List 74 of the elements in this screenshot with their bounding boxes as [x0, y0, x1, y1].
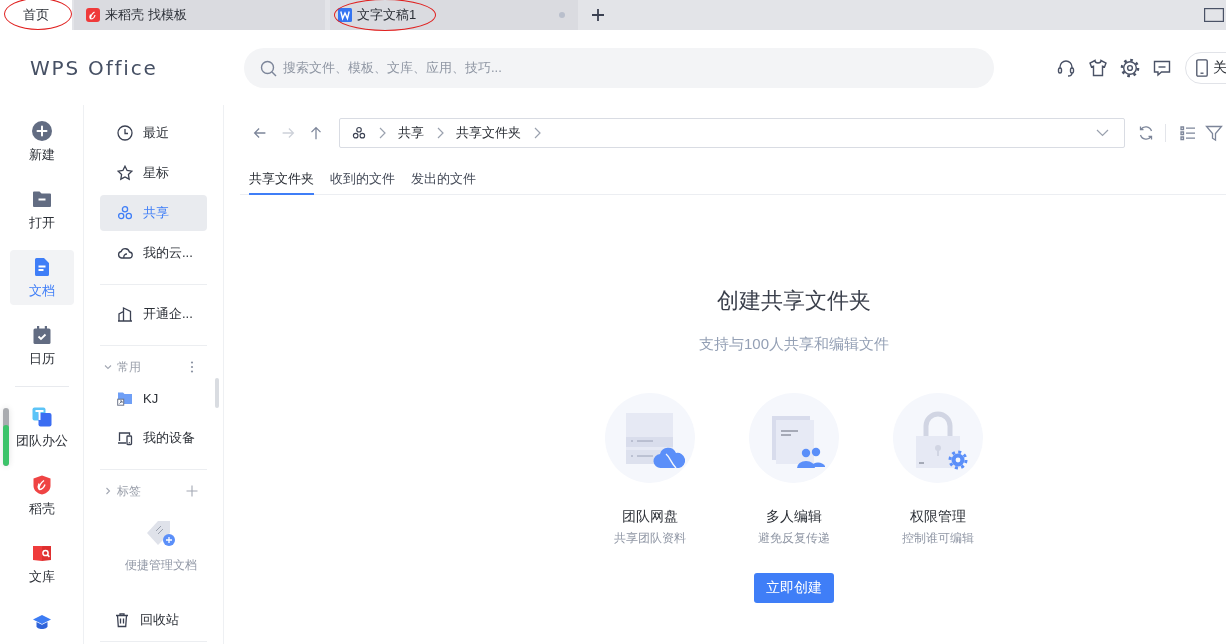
hint-text: 便捷管理文档 [124, 557, 197, 574]
tab[interactable]: 收到的文件 [330, 164, 395, 195]
nav-item[interactable]: 文档 [9, 250, 74, 305]
list-view-icon[interactable] [1178, 123, 1198, 143]
feature-caption: 避免反复传递 [758, 530, 830, 547]
calendar-check-icon [31, 325, 52, 345]
tab[interactable]: 文字文稿1 [330, 0, 578, 30]
tab[interactable]: 首页 [0, 0, 72, 30]
feature-title: 多人编辑 [766, 507, 822, 526]
feature-title: 权限管理 [910, 507, 966, 526]
sidebar-item[interactable]: 星标 [100, 155, 207, 191]
section-title: 常用 [117, 358, 141, 376]
nav-item[interactable]: 团队办公 [9, 400, 74, 455]
section-title: 标签 [117, 482, 141, 500]
folder-icon [31, 189, 52, 209]
tag-plus-icon [144, 518, 177, 548]
server-cloud-icon [605, 393, 695, 483]
plus-icon[interactable] [186, 485, 198, 497]
settings-icon[interactable] [1120, 57, 1140, 78]
chevron-right-icon [436, 127, 444, 139]
book-search-icon [31, 543, 52, 563]
lock-gear-icon [893, 393, 983, 483]
sidebar-item[interactable]: 回收站 [100, 602, 207, 638]
overlapping-squares-icon [31, 407, 52, 427]
dropdown-caret-icon[interactable] [1096, 129, 1109, 137]
window-icon[interactable] [1204, 8, 1224, 22]
leaf-badge-icon [31, 475, 52, 495]
building-icon [117, 306, 133, 322]
leaf-badge-icon [86, 8, 100, 22]
breadcrumb-link[interactable]: 共享文件夹 [456, 124, 521, 142]
nav-item[interactable]: 新建 [9, 114, 74, 169]
sidebar-item[interactable]: KJ [100, 380, 207, 416]
laptop-phone-icon [117, 430, 133, 446]
logo: WPS Office [30, 55, 159, 80]
breadcrumb-link[interactable]: 共享 [398, 124, 424, 142]
nav-item[interactable]: 打开 [9, 182, 74, 237]
plus-icon [591, 8, 605, 22]
sidebar-item[interactable]: 我的云... [100, 235, 207, 271]
three-circles-icon [352, 126, 366, 140]
sidebar-item[interactable]: 开通企... [100, 296, 207, 332]
trash-icon [114, 612, 130, 628]
chevron-icon[interactable] [104, 363, 112, 371]
shirt-icon[interactable] [1088, 57, 1108, 78]
nav-item[interactable]: 稻壳 [9, 468, 74, 523]
chevron-right-icon [378, 127, 386, 139]
chevron-icon[interactable] [104, 487, 112, 495]
sidebar-item[interactable]: 我的设备 [100, 420, 207, 456]
headset-icon[interactable] [1056, 57, 1076, 78]
scrollbar-thumb[interactable] [215, 378, 219, 408]
cloud-icon [117, 245, 133, 261]
create-button[interactable]: 立即创建 [754, 573, 834, 603]
phone-icon [1196, 58, 1208, 77]
sidebar-item[interactable]: 最近 [100, 115, 207, 151]
nav-item[interactable]: 日历 [9, 318, 74, 373]
folder-shortcut-icon [117, 390, 133, 406]
path-field[interactable]: 共享 共享文件夹 [339, 118, 1125, 148]
tab[interactable]: 共享文件夹 [249, 164, 314, 195]
filter-icon[interactable] [1204, 123, 1224, 143]
nav-item[interactable]: 文库 [9, 536, 74, 591]
feature-caption: 共享团队资料 [614, 530, 686, 547]
feature-title: 团队网盘 [622, 507, 678, 526]
tab[interactable]: 发出的文件 [411, 164, 476, 195]
clock-icon [117, 125, 133, 141]
documents-people-icon [749, 393, 839, 483]
search-field[interactable]: 搜索文件、模板、文库、应用、技巧... [244, 47, 994, 88]
empty-state-title: 创建共享文件夹 [717, 287, 871, 315]
empty-state-subtitle: 支持与100人共享和编辑文件 [699, 334, 889, 354]
chevron-right-icon [533, 127, 541, 139]
feature-caption: 控制谁可编辑 [902, 530, 974, 547]
document-app-icon [338, 8, 352, 22]
star-icon [117, 165, 133, 181]
tab[interactable]: 来稻壳 找模板 [74, 0, 325, 30]
three-circles-icon [117, 205, 133, 221]
plus-circle-icon [31, 121, 52, 141]
